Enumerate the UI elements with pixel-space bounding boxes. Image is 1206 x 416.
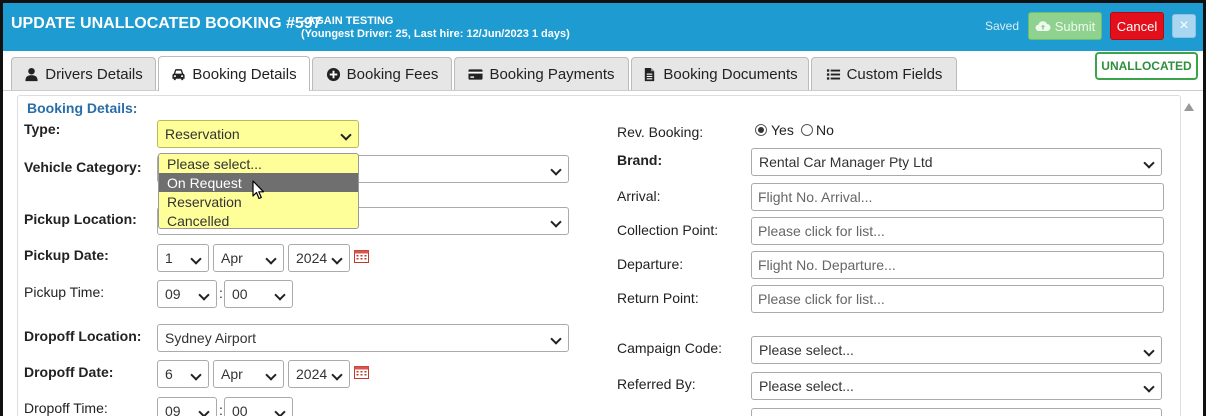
dropoff-month-select[interactable]: Apr [213, 360, 284, 388]
campaign-code-select[interactable]: Please select... [751, 336, 1162, 364]
collection-point-label: Collection Point: [617, 222, 719, 238]
tab-label: Booking Details [192, 65, 297, 83]
dropoff-hour-select[interactable]: 09 [157, 397, 217, 416]
tab-booking-details[interactable]: Booking Details [158, 56, 310, 91]
rev-booking-yes-radio[interactable] [755, 124, 767, 136]
return-point-input[interactable]: Please click for list... [751, 285, 1164, 313]
pickup-hour-select[interactable]: 09 [157, 280, 217, 308]
page-title: UPDATE UNALLOCATED BOOKING #597 [11, 15, 322, 32]
pickup-day-select[interactable]: 1 [157, 244, 209, 272]
dropoff-minute-select[interactable]: 00 [224, 397, 293, 416]
return-point-label: Return Point: [617, 290, 699, 306]
arrival-input[interactable]: Flight No. Arrival... [751, 183, 1164, 211]
time-separator: : [219, 285, 223, 301]
user-icon [25, 67, 38, 81]
dropdown-option-cancelled[interactable]: Cancelled [159, 211, 358, 229]
tab-label: Booking Fees [346, 65, 439, 83]
tab-label: Booking Payments [489, 65, 615, 83]
mouse-pointer-icon [252, 180, 265, 200]
tab-label: Drivers Details [45, 65, 143, 83]
subtitle-line-2: (Youngest Driver: 25, Last hire: 12/Jun/… [301, 28, 570, 40]
status-badge: UNALLOCATED [1095, 52, 1198, 80]
dropoff-day-select[interactable]: 6 [157, 360, 209, 388]
rev-booking-no-label: No [816, 122, 834, 138]
tab-booking-payments[interactable]: Booking Payments [454, 57, 629, 90]
dropoff-year-select[interactable]: 2024 [288, 360, 350, 388]
dropoff-location-label: Dropoff Location: [24, 328, 142, 344]
type-select[interactable]: Reservation [157, 120, 359, 148]
calendar-icon[interactable] [354, 249, 369, 263]
arrival-label: Arrival: [617, 188, 661, 204]
list-icon [826, 68, 840, 80]
cancel-button[interactable]: Cancel [1110, 12, 1164, 40]
booking-window: UPDATE UNALLOCATED BOOKING #597 - AGAIN … [0, 0, 1206, 416]
referred-by-select[interactable]: Please select... [751, 372, 1162, 400]
file-icon [645, 67, 655, 81]
pickup-date-label: Pickup Date: [24, 247, 109, 263]
brand-label: Brand: [617, 152, 663, 168]
subtitle-line-1: - AGAIN TESTING [301, 15, 394, 27]
departure-input[interactable]: Flight No. Departure... [751, 251, 1164, 279]
tab-bar: Drivers Details Booking Details Booking … [3, 51, 1203, 91]
time-separator: : [219, 402, 223, 416]
cloud-upload-icon [1035, 21, 1051, 32]
tab-label: Custom Fields [846, 65, 943, 83]
brand-select[interactable]: Rental Car Manager Pty Ltd [751, 148, 1162, 176]
pickup-year-select[interactable]: 2024 [288, 244, 350, 272]
close-icon[interactable]: × [1172, 14, 1196, 38]
tab-booking-fees[interactable]: Booking Fees [312, 57, 452, 90]
section-heading: Booking Details: [27, 100, 138, 116]
calendar-icon[interactable] [354, 365, 369, 379]
submit-label: Submit [1054, 18, 1096, 34]
scroll-up-arrow-icon[interactable] [1184, 103, 1194, 111]
pickup-location-label: Pickup Location: [24, 211, 137, 227]
tab-booking-documents[interactable]: Booking Documents [631, 57, 809, 90]
type-label: Type: [24, 121, 61, 137]
plus-circle-icon [326, 67, 340, 81]
credit-card-icon [468, 68, 483, 80]
car-icon [172, 68, 185, 80]
dropoff-date-label: Dropoff Date: [24, 364, 114, 380]
pickup-month-select[interactable]: Apr [213, 244, 284, 272]
referred-by-label: Referred By: [617, 376, 696, 392]
title-bar: UPDATE UNALLOCATED BOOKING #597 - AGAIN … [3, 3, 1203, 51]
rev-booking-yes-label: Yes [771, 122, 794, 138]
submit-button[interactable]: Submit [1028, 12, 1102, 40]
pickup-time-label: Pickup Time: [24, 284, 105, 300]
tab-label: Booking Documents [663, 65, 798, 83]
saved-status: Saved [985, 19, 1020, 33]
campaign-code-label: Campaign Code: [617, 340, 723, 356]
tab-custom-fields[interactable]: Custom Fields [811, 57, 957, 90]
dropdown-option-please-select[interactable]: Please select... [159, 154, 358, 173]
tab-drivers-details[interactable]: Drivers Details [11, 57, 156, 90]
vehicle-category-label: Vehicle Category: [24, 159, 142, 175]
rev-booking-label: Rev. Booking: [617, 124, 704, 140]
departure-label: Departure: [617, 256, 684, 272]
dropoff-time-label: Dropoff Time: [24, 400, 108, 416]
next-field-select[interactable] [751, 408, 1162, 416]
dropoff-location-select[interactable]: Sydney Airport [157, 324, 569, 352]
rev-booking-no-radio[interactable] [801, 124, 813, 136]
pickup-minute-select[interactable]: 00 [224, 280, 293, 308]
collection-point-input[interactable]: Please click for list... [751, 217, 1164, 245]
booking-subtitle: - AGAIN TESTING (Youngest Driver: 25, La… [301, 15, 570, 41]
